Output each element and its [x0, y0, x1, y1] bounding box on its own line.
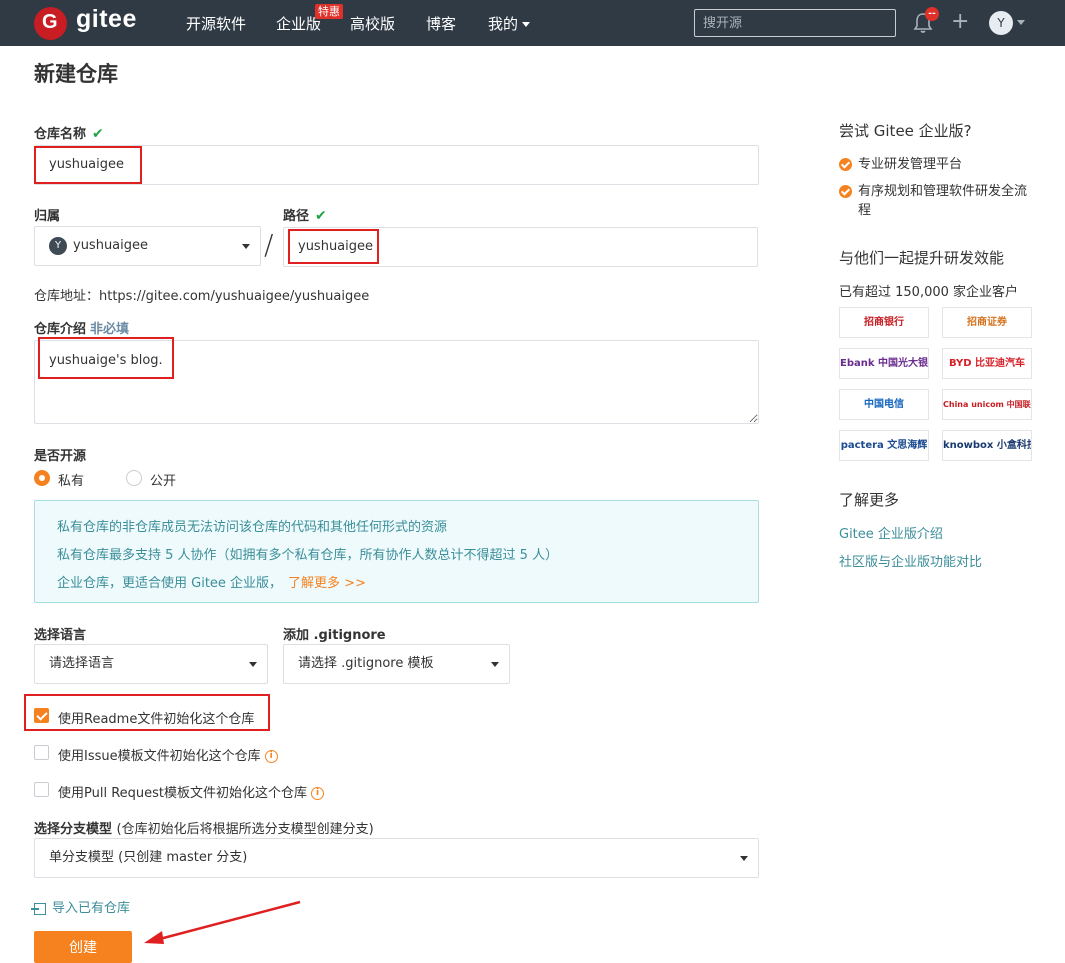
info-line: 私有仓库最多支持 5 人协作（如拥有多个私有仓库，所有协作人数总计不得超过 5 …	[57, 548, 559, 563]
branch-hint: (仓库初始化后将根据所选分支模型创建分支)	[116, 822, 374, 837]
language-label: 选择语言	[34, 628, 87, 643]
avatar: Y	[49, 236, 67, 255]
feature-item: 专业研发管理平台	[839, 153, 1039, 172]
try-enterprise-title: 尝试 Gitee 企业版?	[839, 122, 972, 140]
logo-letter: G	[42, 11, 58, 33]
description-textarea[interactable]: yushuaige's blog.	[34, 340, 759, 424]
logo-byd: BYD 比亚迪汽车	[942, 348, 1032, 379]
check-circle-icon	[839, 185, 852, 198]
nav-education[interactable]: 高校版	[350, 13, 395, 34]
gitignore-value: 请选择 .gitignore 模板	[298, 656, 434, 671]
path-label: 路径 ✔	[283, 208, 327, 224]
gitignore-select[interactable]: 请选择 .gitignore 模板	[283, 644, 510, 684]
info-icon[interactable]: i	[311, 787, 325, 800]
logo-cmb: 招商银行	[839, 307, 929, 338]
logo-knowbox: knowbox 小盒科技	[942, 430, 1032, 461]
nav-mine[interactable]: 我的	[488, 13, 530, 34]
brand-name[interactable]: gitee	[76, 5, 137, 34]
chevron-down-icon	[491, 662, 499, 667]
logo-telecom: 中国电信	[839, 389, 929, 420]
chevron-down-icon	[249, 662, 257, 667]
compare-link[interactable]: 社区版与企业版功能对比	[839, 551, 982, 570]
private-info-box: 私有仓库的非仓库成员无法访问该仓库的代码和其他任何形式的资源 私有仓库最多支持 …	[34, 500, 759, 603]
info-line: 私有仓库的非仓库成员无法访问该仓库的代码和其他任何形式的资源	[57, 520, 448, 535]
repo-name-label: 仓库名称 ✔	[34, 126, 104, 142]
chevron-down-icon	[242, 244, 250, 249]
check-circle-icon	[839, 158, 852, 171]
readme-checkbox[interactable]	[34, 708, 49, 723]
check-icon: ✔	[92, 126, 104, 142]
owner-label: 归属	[34, 209, 61, 224]
learn-more-link[interactable]: 了解更多 >>	[288, 576, 366, 591]
pr-label[interactable]: 使用Pull Request模板文件初始化这个仓库 i	[58, 782, 325, 801]
desc-label: 仓库介绍 非必填	[34, 322, 130, 337]
create-button[interactable]: 创建	[34, 931, 132, 963]
info-line: 企业仓库，更适合使用 Gitee 企业版， 了解更多 >>	[57, 576, 366, 591]
info-icon[interactable]: i	[264, 750, 278, 763]
repo-name-input[interactable]: yushuaigee	[34, 145, 759, 185]
nav-open-source[interactable]: 开源软件	[186, 13, 246, 34]
owner-value: yushuaigee	[73, 238, 149, 253]
path-separator: /	[264, 228, 274, 261]
customers-count: 已有超过 150,000 家企业客户	[839, 285, 1019, 300]
import-icon	[31, 902, 46, 915]
repo-address: 仓库地址：https://gitee.com/yushuaigee/yushua…	[34, 289, 370, 304]
issue-label[interactable]: 使用Issue模板文件初始化这个仓库 i	[58, 745, 278, 764]
logo-cms: 招商证券	[942, 307, 1032, 338]
feature-item: 有序规划和管理软件研发全流程	[839, 182, 1039, 220]
logo-pactera: pactera 文思海辉	[839, 430, 929, 461]
private-label[interactable]: 私有	[58, 470, 84, 489]
public-label[interactable]: 公开	[150, 470, 176, 489]
notification-badge: --	[925, 7, 939, 21]
nav-blog[interactable]: 博客	[426, 13, 456, 34]
import-repo-link[interactable]: 导入已有仓库	[31, 897, 130, 916]
page-title: 新建仓库	[34, 62, 118, 86]
private-radio[interactable]	[34, 470, 50, 486]
gitignore-label: 添加 .gitignore	[283, 628, 386, 643]
logo-unicom: China unicom 中国联通	[942, 389, 1032, 420]
optional-tag: 非必填	[90, 322, 130, 337]
readme-label[interactable]: 使用Readme文件初始化这个仓库	[58, 708, 254, 727]
branch-value: 单分支模型 (只创建 master 分支)	[49, 850, 248, 865]
branch-model-select[interactable]: 单分支模型 (只创建 master 分支)	[34, 838, 759, 878]
enterprise-intro-link[interactable]: Gitee 企业版介绍	[839, 523, 943, 542]
language-select[interactable]: 请选择语言	[34, 644, 268, 684]
sale-badge: 特惠	[315, 4, 343, 19]
path-input[interactable]: yushuaigee	[283, 227, 758, 267]
gitee-logo-icon[interactable]: G	[34, 7, 67, 40]
open-source-label: 是否开源	[34, 449, 87, 464]
owner-select[interactable]: Yyushuaigee	[34, 226, 261, 266]
red-arrow-annotation	[144, 900, 301, 944]
language-value: 请选择语言	[49, 656, 115, 671]
together-title: 与他们一起提升研发效能	[839, 249, 1005, 267]
learn-more-title: 了解更多	[839, 491, 900, 509]
branch-label: 选择分支模型 (仓库初始化后将根据所选分支模型创建分支)	[34, 822, 374, 837]
check-icon: ✔	[315, 208, 327, 224]
public-radio[interactable]	[126, 470, 142, 486]
chevron-down-icon[interactable]	[1017, 20, 1025, 25]
search-input[interactable]	[694, 9, 896, 37]
avatar[interactable]: Y	[989, 11, 1013, 35]
pr-checkbox[interactable]	[34, 782, 49, 797]
logo-ceb: Ebank 中国光大银行	[839, 348, 929, 379]
top-navbar: G gitee 开源软件 企业版 特惠 高校版 博客 我的 -- + Y	[0, 0, 1065, 46]
issue-checkbox[interactable]	[34, 745, 49, 760]
chevron-down-icon	[740, 856, 748, 861]
plus-icon[interactable]: +	[951, 11, 969, 33]
